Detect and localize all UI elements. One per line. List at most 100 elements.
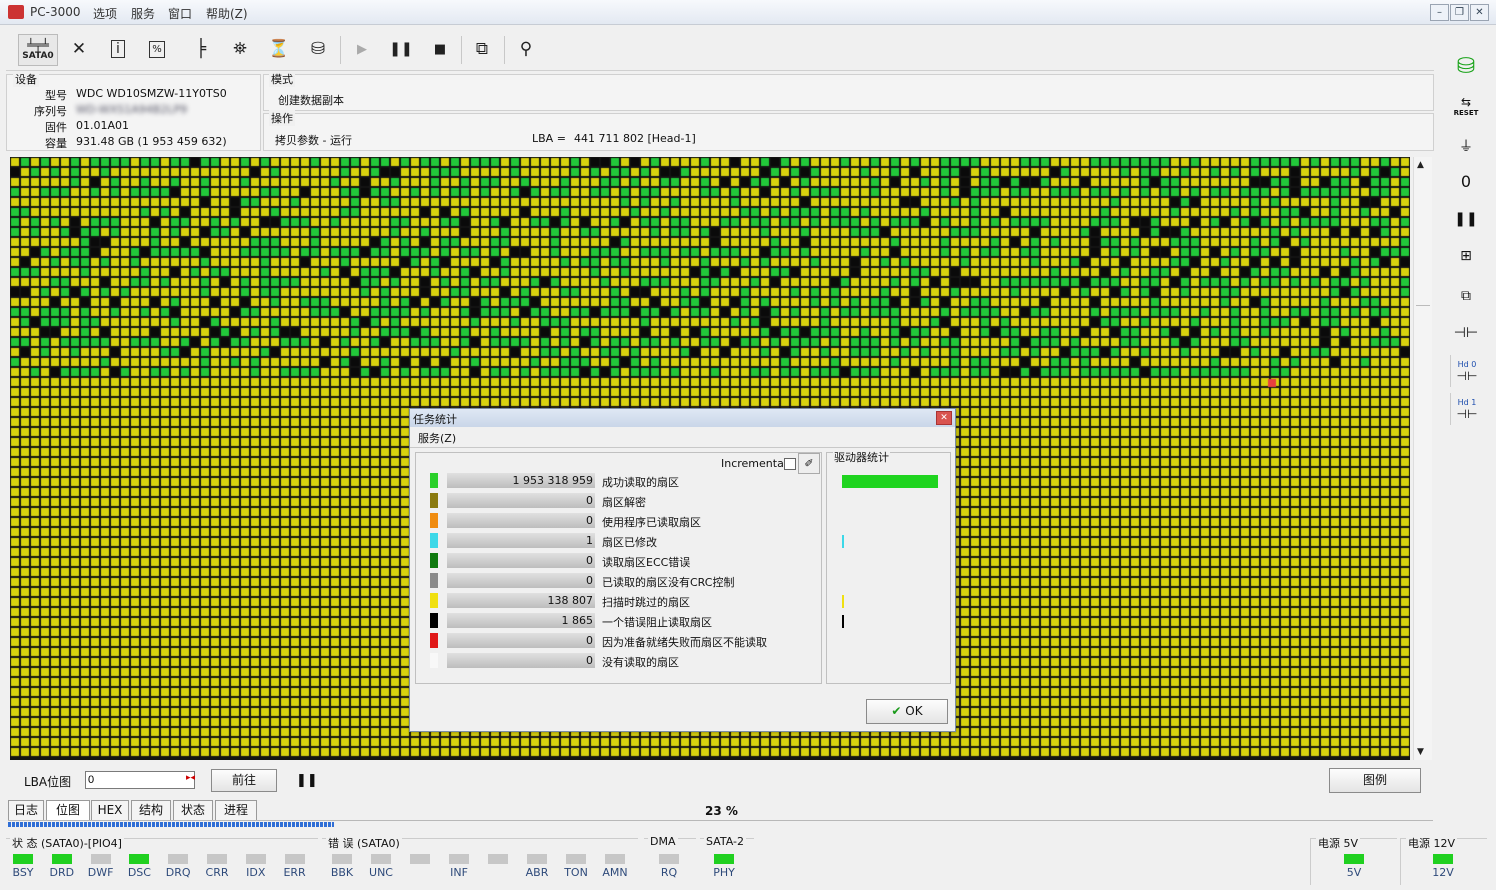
tab-status[interactable]: 状态 — [173, 800, 213, 820]
lba-value: 441 711 802 [Head-1] — [574, 132, 696, 145]
status-led — [245, 854, 266, 864]
bitmap-pause-button[interactable]: ❚❚ — [296, 773, 318, 788]
right-tool-panel: ⛁ ⇆ RESET ⏚ 0 ❚❚ ⊞ ⧉ ⊣⊢ Hd 0 ⊣⊢ Hd 1 ⊣⊢ — [1444, 45, 1488, 445]
dialog-service-menu[interactable]: 服务(Z) — [418, 430, 456, 446]
go-button[interactable]: 前往 — [211, 769, 277, 792]
legend-button[interactable]: 图例 — [1329, 768, 1421, 793]
restore-button[interactable]: ❐ — [1450, 4, 1469, 21]
power-plug-button[interactable]: ⏚ — [1450, 130, 1482, 162]
progress-percent: 23 % — [705, 804, 738, 818]
stop-button[interactable]: ■ — [425, 34, 455, 64]
stat-value: 138 807 — [447, 593, 595, 608]
dialog-title: 任务统计 — [413, 413, 457, 426]
database-icon: ⛁ — [1456, 53, 1476, 79]
stat-value: 1 865 — [447, 613, 595, 628]
task-statistics-dialog: 任务统计 ✕ 服务(Z) Incremental ✐ 1 953 318 959… — [409, 408, 956, 732]
stat-color-swatch — [430, 573, 438, 588]
exit-button[interactable]: ⚲ — [511, 34, 541, 64]
status-label: BSY — [12, 866, 34, 879]
operation-group-label: 操作 — [269, 110, 295, 126]
menu-help[interactable]: 帮助(Z) — [206, 5, 248, 22]
power5-group-label: 电源 5V — [1316, 835, 1361, 851]
tools-icon: ✕ — [71, 39, 87, 59]
map-scrollbar[interactable]: ▲ ▼ — [1413, 157, 1432, 760]
power5-group: 电源 5V 5V — [1310, 835, 1397, 885]
head1-button[interactable]: Hd 1 ⊣⊢ — [1450, 393, 1483, 425]
menu-options[interactable]: 选项 — [93, 5, 117, 22]
errors-led — [605, 854, 625, 864]
pause-button[interactable]: ❚❚ — [386, 34, 416, 64]
plug-icon: ⏚ — [1459, 139, 1473, 155]
errors-label: ABR — [525, 866, 549, 879]
connector-button[interactable]: ⊣⊢ — [1450, 317, 1482, 349]
binoculars-icon: ⛯ — [233, 39, 247, 59]
exit-icon: ⚲ — [519, 39, 533, 59]
app-logo-icon — [8, 5, 24, 19]
status-label: DSC — [127, 866, 151, 879]
status-led — [90, 854, 111, 864]
clear-stats-button[interactable]: ✐ — [798, 453, 820, 474]
firmware-label: 固件 — [45, 121, 67, 134]
windows-button[interactable]: ⧉ — [467, 34, 497, 64]
lba-spinner-icon[interactable]: ▸◂ — [186, 773, 200, 787]
tab-process[interactable]: 进程 — [215, 800, 257, 820]
drive-stat-bar — [842, 595, 844, 608]
stat-color-swatch — [430, 633, 438, 648]
sata2-group: SATA-2 PHY — [700, 835, 754, 885]
close-window-button[interactable]: ✕ — [1470, 4, 1489, 21]
eraser-icon: ✐ — [804, 457, 814, 470]
tools-button[interactable]: ✕ — [64, 34, 94, 64]
dma-group: DMA RQ — [644, 835, 696, 885]
errors-label: AMN — [602, 866, 628, 879]
power12-led — [1433, 854, 1453, 864]
stat-color-swatch — [430, 473, 438, 488]
stat-label: 成功读取的扇区 — [602, 476, 679, 489]
stat-value: 0 — [447, 553, 595, 568]
scroll-down-icon[interactable]: ▼ — [1417, 747, 1424, 757]
error-group-label: 错 误 (SATA0) — [326, 835, 402, 851]
ok-button[interactable]: ✔ OK — [866, 699, 948, 724]
head-map-button[interactable]: ╞ — [186, 34, 216, 64]
sata-port-button[interactable]: ╧╤╧ SATA0 — [18, 34, 58, 66]
menu-service[interactable]: 服务 — [131, 5, 155, 22]
menu-window[interactable]: 窗口 — [168, 5, 192, 22]
reset-button[interactable]: ⇆ RESET — [1450, 90, 1482, 122]
lba-input[interactable] — [85, 771, 195, 789]
copy-button[interactable]: ⧉ — [1450, 280, 1482, 312]
dma-rq-label: RQ — [660, 866, 678, 879]
stop-icon: ■ — [433, 41, 447, 57]
stat-color-swatch — [430, 653, 438, 668]
play-button[interactable]: ▶ — [347, 34, 377, 64]
windows-icon: ⧉ — [475, 39, 489, 59]
tab-log[interactable]: 日志 — [8, 800, 44, 820]
device-group: 设备 型号 WDC WD10SMZW-11Y0TS0 序列号 WD-WXS1A9… — [6, 71, 261, 151]
network-button[interactable]: ⊞ — [1450, 240, 1482, 272]
dialog-title-bar: 任务统计 ✕ — [410, 409, 955, 427]
status-label: DRQ — [165, 866, 191, 879]
power5-led — [1344, 854, 1364, 864]
mode-group-label: 模式 — [269, 71, 295, 87]
side-pause-button[interactable]: ❚❚ — [1450, 203, 1482, 235]
head0-icon: Hd 0 — [1457, 359, 1477, 369]
sort-button[interactable]: ⏳ — [264, 34, 294, 64]
scroll-thumb[interactable] — [1416, 175, 1430, 306]
database-button[interactable]: ⛁ — [1450, 50, 1482, 82]
tab-structure[interactable]: 结构 — [131, 800, 171, 820]
minimize-button[interactable]: – — [1430, 4, 1449, 21]
errors-led — [410, 854, 430, 864]
percent-icon: % — [149, 40, 165, 58]
head0-button[interactable]: Hd 0 ⊣⊢ — [1450, 355, 1483, 387]
incremental-checkbox[interactable] — [784, 458, 796, 470]
dialog-close-button[interactable]: ✕ — [936, 411, 952, 425]
test-button[interactable]: % — [142, 34, 172, 64]
zero-icon: 0 — [1460, 171, 1472, 191]
disk-button[interactable]: ⛁ — [303, 34, 333, 64]
zero-button[interactable]: 0 — [1450, 165, 1482, 197]
stat-label: 扫描时跳过的扇区 — [602, 596, 690, 609]
tab-hex[interactable]: HEX — [91, 800, 129, 820]
sata2-group-label: SATA-2 — [704, 835, 746, 848]
search-button[interactable]: ⛯ — [225, 34, 255, 64]
drive-info-button[interactable]: i — [103, 34, 133, 64]
tab-bitmap[interactable]: 位图 — [46, 800, 90, 820]
scroll-up-icon[interactable]: ▲ — [1417, 160, 1424, 170]
